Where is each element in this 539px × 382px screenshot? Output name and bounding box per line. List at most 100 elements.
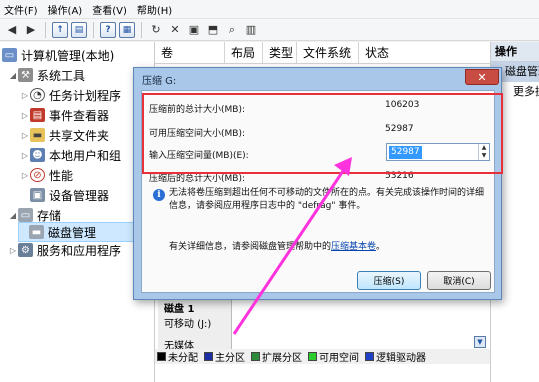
- tree-item-label: 共享文件夹: [49, 128, 110, 143]
- legend-unallocated: 未分配: [157, 349, 198, 364]
- toolbar-separator: [45, 21, 46, 38]
- volume-list-header: 卷 布局 类型 文件系统 状态: [155, 42, 490, 64]
- collapse-arrow-icon[interactable]: ◢: [8, 71, 18, 80]
- shrink-button[interactable]: 压缩(S): [357, 271, 421, 290]
- legend-extended: 扩展分区: [251, 349, 302, 364]
- help-suffix: 。: [376, 242, 386, 252]
- highlight-box: [142, 93, 503, 174]
- toolbar-separator: [141, 21, 142, 38]
- forward-icon[interactable]: ▶: [23, 22, 39, 38]
- column-filesystem[interactable]: 文件系统: [297, 42, 359, 63]
- menu-action[interactable]: 操作(A): [48, 2, 83, 17]
- refresh-icon[interactable]: ↻: [148, 22, 164, 38]
- legend-bar: 未分配 主分区 扩展分区 可用空间 逻辑驱动器: [155, 349, 490, 364]
- show-tree-icon[interactable]: ▤: [71, 21, 87, 38]
- column-type[interactable]: 类型: [263, 42, 297, 63]
- menu-file[interactable]: 文件(F): [4, 2, 38, 17]
- legend-swatch: [251, 352, 260, 361]
- disk-panel: 磁盘 1 可移动 (J:) 无媒体: [158, 296, 488, 352]
- legend-primary: 主分区: [204, 349, 245, 364]
- up-folder-icon[interactable]: ↑: [52, 21, 68, 38]
- menu-view[interactable]: 查看(V): [92, 2, 127, 17]
- legend-swatch: [365, 352, 374, 361]
- dialog-title: 压缩 G:: [142, 76, 177, 87]
- tree-item-system-tools[interactable]: ◢ ⚒ 系统工具: [8, 65, 85, 85]
- expand-arrow-icon[interactable]: ▷: [20, 111, 30, 120]
- services-icon: ⚙: [18, 243, 33, 257]
- tree-item-label: 本地用户和组: [49, 148, 122, 163]
- cancel-button[interactable]: 取消(C): [427, 271, 491, 290]
- device-manager-icon: ▣: [30, 188, 45, 202]
- back-icon[interactable]: ◀: [4, 22, 20, 38]
- navigation-tree: ▭ 计算机管理(本地) ◢ ⚒ 系统工具 ▷ ◔ 任务计划程序 ▷ ▤ 事件查看…: [0, 42, 155, 382]
- tree-item-computer-management[interactable]: ▭ 计算机管理(本地): [2, 45, 114, 65]
- expand-arrow-icon[interactable]: ▷: [20, 131, 30, 140]
- actions-header: 操作: [491, 42, 539, 62]
- tree-item-label: 计算机管理(本地): [21, 48, 115, 63]
- open-icon[interactable]: ⬒: [205, 22, 221, 38]
- legend-label: 可用空间: [319, 353, 359, 364]
- tree-item-label: 服务和应用程序: [37, 243, 122, 258]
- legend-free: 可用空间: [308, 349, 359, 364]
- legend-swatch: [204, 352, 213, 361]
- tree-item-label: 磁盘管理: [48, 225, 97, 240]
- tree-item-label: 存储: [37, 208, 62, 223]
- tree-item-services-apps[interactable]: ▷ ⚙ 服务和应用程序: [8, 240, 121, 260]
- tree-item-device-manager[interactable]: ▣ 设备管理器: [30, 185, 109, 205]
- tree-item-label: 系统工具: [37, 68, 86, 83]
- legend-label: 逻辑驱动器: [376, 353, 426, 364]
- tree-item-task-scheduler[interactable]: ▷ ◔ 任务计划程序: [20, 85, 121, 105]
- expand-arrow-icon[interactable]: ▷: [8, 246, 18, 255]
- toolbar-separator: [93, 21, 94, 38]
- collapse-arrow-icon[interactable]: ◢: [8, 211, 18, 220]
- column-volume[interactable]: 卷: [155, 42, 225, 63]
- toolbar: ◀ ▶ ↑ ▤ ? ▦ ↻ ✕ ▣ ⬒ ⌕ ▥: [0, 19, 539, 41]
- info-icon: i: [153, 189, 165, 201]
- delete-icon[interactable]: ✕: [167, 22, 183, 38]
- disk-icon: ▬: [29, 225, 44, 239]
- info-text: 无法将卷压缩到超出任何不可移动的文件所在的点。有关完成该操作时间的详细信息，请参…: [169, 188, 485, 211]
- column-status[interactable]: 状态: [359, 42, 490, 63]
- close-icon[interactable]: ✕: [465, 69, 499, 85]
- help-line: 有关详细信息，请参阅磁盘管理帮助中的压缩基本卷。: [169, 239, 385, 252]
- disk-name: 磁盘 1: [164, 304, 195, 315]
- expand-arrow-icon[interactable]: ▷: [20, 171, 30, 180]
- properties-sheet-icon[interactable]: ▣: [186, 22, 202, 38]
- help-prefix: 有关详细信息，请参阅磁盘管理帮助中的: [169, 242, 332, 252]
- menu-bar: 文件(F) 操作(A) 查看(V) 帮助(H): [0, 0, 539, 19]
- clock-icon: ◔: [30, 88, 45, 102]
- event-viewer-icon: ▤: [30, 108, 45, 122]
- disk-header[interactable]: 磁盘 1 可移动 (J:) 无媒体: [158, 296, 232, 352]
- column-layout[interactable]: 布局: [225, 42, 263, 63]
- tree-item-label: 设备管理器: [49, 188, 110, 203]
- tree-item-label: 任务计划程序: [49, 88, 122, 103]
- view-icon[interactable]: ▥: [243, 22, 259, 38]
- performance-icon: ⊘: [30, 168, 45, 182]
- tree-item-shared-folders[interactable]: ▷ ▬ 共享文件夹: [20, 125, 109, 145]
- tree-item-local-users[interactable]: ▷ ☻ 本地用户和组: [20, 145, 121, 165]
- legend-label: 未分配: [168, 353, 198, 364]
- legend-label: 主分区: [215, 353, 245, 364]
- tree-item-label: 性能: [49, 168, 74, 183]
- computer-icon: ▭: [2, 48, 17, 62]
- tree-item-label: 事件查看器: [49, 108, 110, 123]
- legend-swatch: [308, 352, 317, 361]
- disk-type: 可移动 (J:): [164, 319, 212, 330]
- scroll-down-icon[interactable]: ▼: [474, 336, 486, 348]
- help-icon[interactable]: ?: [100, 21, 116, 38]
- tree-item-performance[interactable]: ▷ ⊘ 性能: [20, 165, 73, 185]
- storage-icon: ▭: [18, 208, 33, 222]
- users-icon: ☻: [30, 148, 45, 162]
- expand-arrow-icon[interactable]: ▷: [20, 91, 30, 100]
- legend-label: 扩展分区: [262, 353, 302, 364]
- shrink-basic-volume-link[interactable]: 压缩基本卷: [331, 242, 376, 252]
- properties-icon[interactable]: ▦: [119, 21, 135, 38]
- expand-arrow-icon[interactable]: ▷: [20, 151, 30, 160]
- legend-swatch: [157, 352, 166, 361]
- search-icon[interactable]: ⌕: [224, 22, 240, 38]
- tree-item-event-viewer[interactable]: ▷ ▤ 事件查看器: [20, 105, 109, 125]
- menu-help[interactable]: 帮助(H): [137, 2, 172, 17]
- tools-icon: ⚒: [18, 68, 33, 82]
- legend-logical: 逻辑驱动器: [365, 349, 426, 364]
- tree-item-disk-management[interactable]: ▬ 磁盘管理: [18, 222, 138, 242]
